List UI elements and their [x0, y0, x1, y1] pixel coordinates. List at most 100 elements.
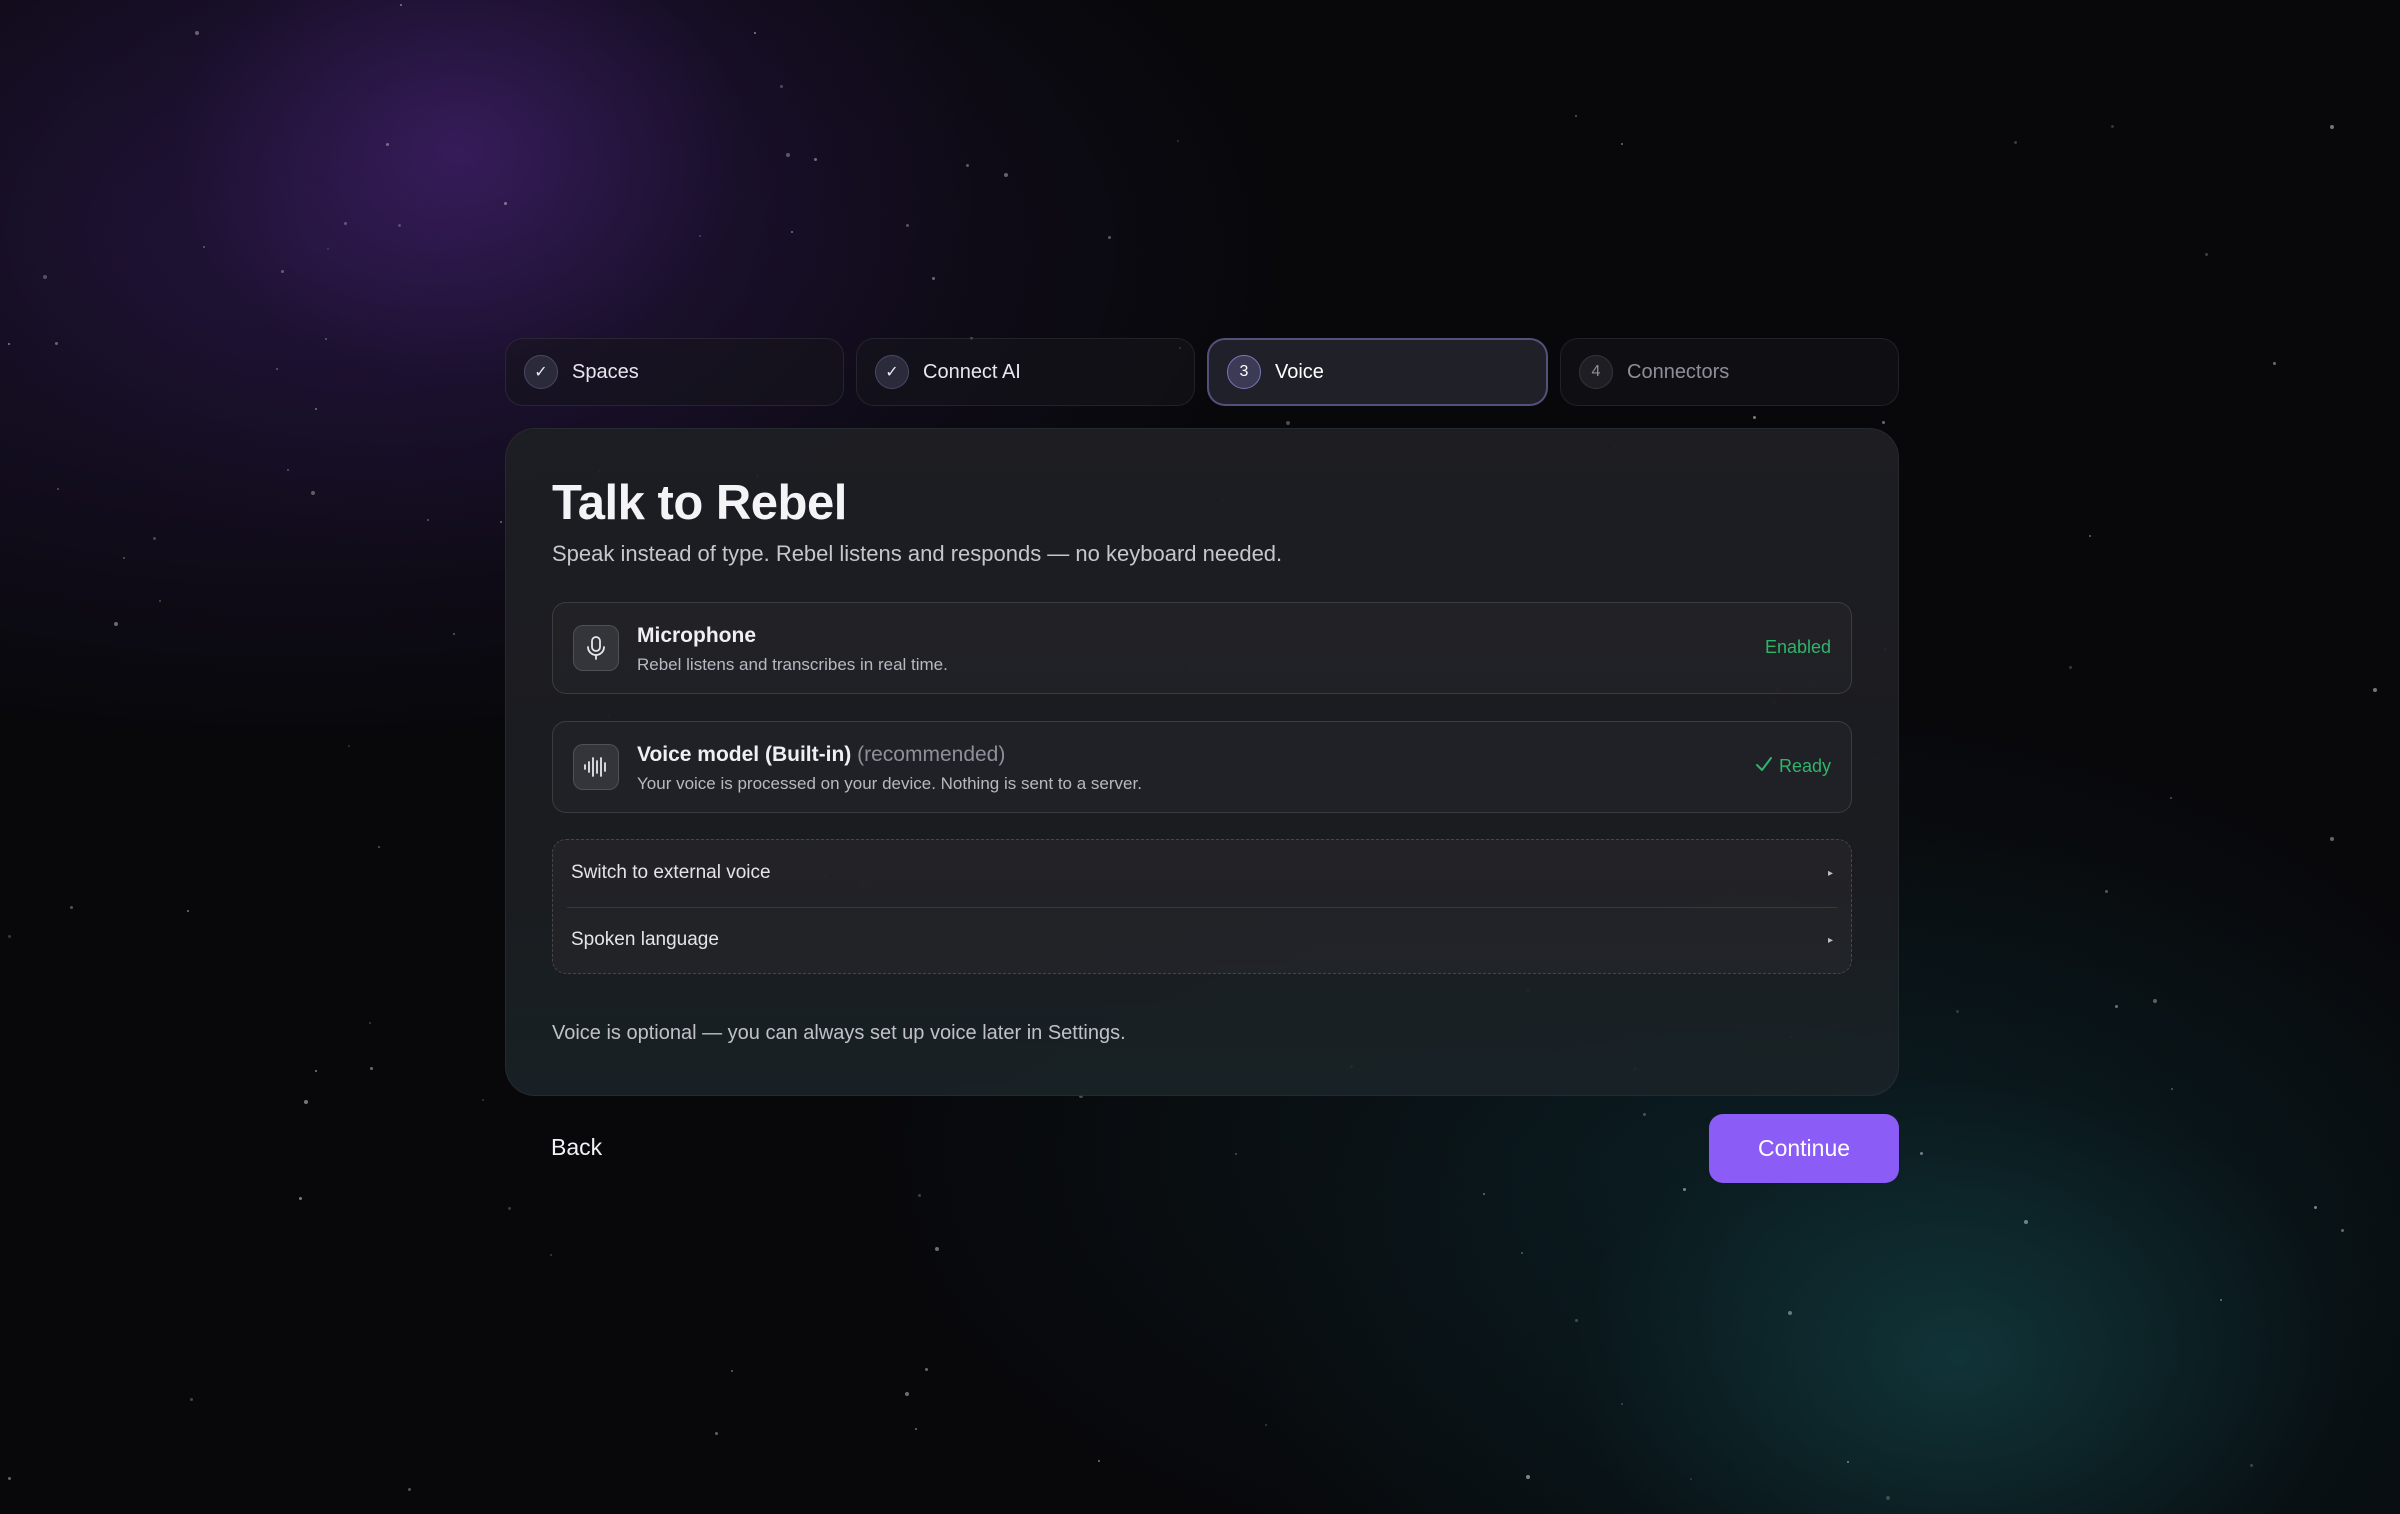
caret-right-icon: ▸ — [1827, 867, 1833, 879]
voice-model-row[interactable]: Voice model (Built-in) (recommended) You… — [552, 721, 1852, 813]
star — [1575, 115, 1577, 117]
voice-setup-card: Talk to Rebel Speak instead of type. Reb… — [505, 428, 1899, 1096]
star — [55, 342, 58, 345]
star — [400, 4, 402, 6]
star — [344, 222, 347, 225]
star — [2341, 1229, 2344, 1232]
step-voice[interactable]: 3 Voice — [1207, 338, 1548, 406]
status-label: Ready — [1778, 756, 1831, 776]
star — [2250, 1464, 2253, 1467]
star — [123, 557, 125, 559]
star — [299, 1197, 302, 1200]
star — [1621, 143, 1623, 145]
waveform-icon — [573, 744, 619, 790]
star — [8, 343, 10, 345]
star — [935, 1247, 939, 1251]
star — [2069, 666, 2072, 669]
star — [8, 935, 11, 938]
star — [57, 488, 59, 490]
star — [482, 1099, 484, 1101]
star — [814, 158, 817, 161]
star — [348, 745, 350, 747]
star — [287, 469, 289, 471]
page-title: Talk to Rebel — [552, 476, 847, 530]
star — [932, 277, 935, 280]
star — [370, 1067, 373, 1070]
star — [1004, 173, 1008, 177]
star — [754, 32, 756, 34]
switch-external-voice-option[interactable]: Switch to external voice ▸ — [553, 840, 1851, 906]
star — [70, 906, 73, 909]
star — [453, 633, 455, 635]
star — [2330, 837, 2334, 841]
star — [1882, 421, 1885, 424]
star — [1690, 1478, 1692, 1480]
star — [2220, 1299, 2222, 1301]
continue-button[interactable]: Continue — [1709, 1114, 1899, 1183]
page-subtitle: Speak instead of type. Rebel listens and… — [552, 541, 1283, 566]
spoken-language-option[interactable]: Spoken language ▸ — [553, 907, 1851, 973]
onboarding-stepper: ✓ Spaces ✓ Connect AI 3 Voice 4 Connecto… — [505, 338, 1899, 406]
star — [1235, 1153, 1237, 1155]
star — [1526, 1475, 1530, 1479]
voice-model-name: Voice model (Built-in) — [637, 743, 852, 766]
star — [1177, 140, 1179, 142]
star — [315, 1070, 317, 1072]
star — [304, 1100, 308, 1104]
star — [1920, 1152, 1923, 1155]
star — [2024, 1220, 2028, 1224]
star — [915, 1428, 917, 1430]
step-label: Connect AI — [923, 360, 1021, 383]
microphone-status: Enabled — [1765, 637, 1831, 658]
optional-note: Voice is optional — you can always set u… — [552, 1022, 1126, 1044]
star — [1643, 1113, 1646, 1116]
step-connectors[interactable]: 4 Connectors — [1560, 338, 1899, 406]
star — [1483, 1193, 1485, 1195]
step-label: Spaces — [572, 360, 639, 383]
star — [2373, 688, 2377, 692]
star — [2170, 797, 2172, 799]
star — [159, 600, 161, 602]
star — [1683, 1188, 1686, 1191]
star — [398, 224, 401, 227]
star — [906, 224, 909, 227]
star — [715, 1432, 718, 1435]
star — [966, 164, 969, 167]
star — [190, 1398, 193, 1401]
star — [1621, 1403, 1623, 1405]
option-label: Spoken language — [571, 929, 719, 950]
star — [2330, 125, 2334, 129]
microphone-title: Microphone — [637, 624, 756, 647]
star — [786, 153, 790, 157]
voice-model-status: Ready — [1755, 756, 1831, 777]
step-spaces[interactable]: ✓ Spaces — [505, 338, 844, 406]
voice-model-title: Voice model (Built-in) (recommended) — [637, 743, 1005, 767]
voice-options-list: Switch to external voice ▸ Spoken langua… — [552, 839, 1852, 974]
star — [311, 491, 315, 495]
star — [1753, 416, 1756, 419]
star — [1098, 1460, 1100, 1462]
star — [114, 622, 118, 626]
star — [1886, 1496, 1890, 1500]
microphone-row[interactable]: Microphone Rebel listens and transcribes… — [552, 602, 1852, 694]
star — [1265, 1424, 1267, 1426]
star — [504, 202, 507, 205]
checkmark-icon: ✓ — [875, 355, 909, 389]
star — [2089, 535, 2091, 537]
star — [918, 1194, 921, 1197]
star — [378, 846, 380, 848]
microphone-description: Rebel listens and transcribes in real ti… — [637, 655, 948, 674]
checkmark-icon: ✓ — [524, 355, 558, 389]
step-connect-ai[interactable]: ✓ Connect AI — [856, 338, 1195, 406]
check-icon — [1755, 756, 1773, 777]
back-button[interactable]: Back — [551, 1134, 602, 1161]
star — [369, 1022, 371, 1024]
star — [1956, 1010, 1959, 1013]
star — [153, 537, 156, 540]
star — [427, 519, 429, 521]
star — [2115, 1005, 2118, 1008]
star — [2314, 1206, 2317, 1209]
star — [1286, 421, 1290, 425]
star — [780, 85, 783, 88]
option-label: Switch to external voice — [571, 862, 771, 883]
